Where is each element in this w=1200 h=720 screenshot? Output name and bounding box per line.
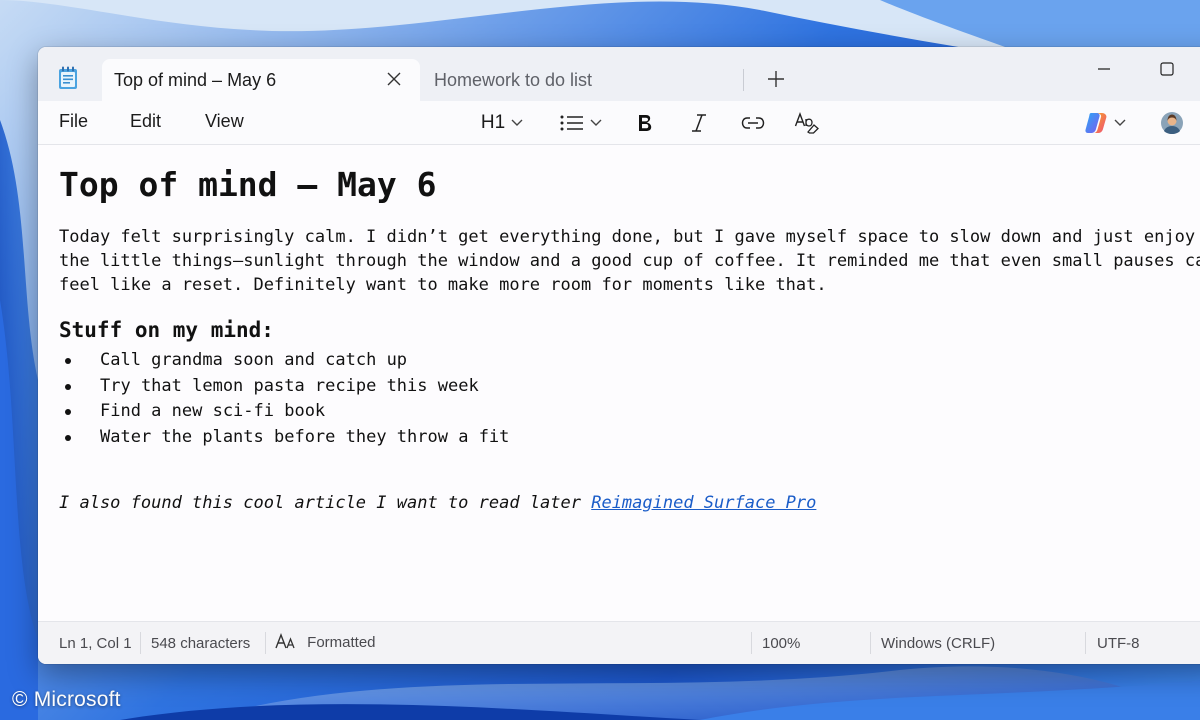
menu-toolbar: File Edit View H1: [38, 101, 1200, 145]
list-item: Find a new sci-fi book: [59, 399, 509, 425]
avatar: [1161, 112, 1183, 134]
heading-dropdown[interactable]: H1: [474, 107, 530, 139]
menu-view[interactable]: View: [205, 111, 244, 132]
account-button[interactable]: [1158, 107, 1186, 139]
bullet-icon: [65, 358, 71, 364]
copilot-icon: [1085, 113, 1107, 133]
bold-button[interactable]: [630, 107, 660, 139]
chevron-down-icon: [590, 119, 602, 126]
list-item-text: Water the plants before they throw a fit: [100, 426, 510, 447]
copyright-watermark: © Microsoft: [12, 688, 121, 711]
tab-homework[interactable]: Homework to do list: [422, 59, 742, 101]
clear-formatting-icon: [794, 112, 819, 134]
copilot-button[interactable]: [1082, 107, 1128, 139]
document-heading: Top of mind – May 6: [59, 165, 437, 204]
tab-top-of-mind[interactable]: Top of mind – May 6: [102, 59, 420, 101]
document-editor[interactable]: Top of mind – May 6 Today felt surprisin…: [38, 145, 1200, 621]
text-size-icon: [275, 633, 295, 649]
menu-edit[interactable]: Edit: [130, 111, 161, 132]
status-divider: [140, 632, 141, 654]
chevron-down-icon: [1114, 119, 1126, 126]
list-item: Try that lemon pasta recipe this week: [59, 374, 509, 400]
list-item-text: Find a new sci-fi book: [100, 401, 326, 421]
clear-formatting-button[interactable]: [792, 107, 822, 139]
article-link[interactable]: Reimagined Surface Pro: [591, 493, 816, 513]
format-label: Formatted: [307, 634, 376, 651]
tab-label: Homework to do list: [434, 69, 593, 90]
formatting-toggle[interactable]: Formatted: [275, 633, 376, 651]
document-paragraph: Today felt surprisingly calm. I didn’t g…: [59, 225, 1200, 297]
bullet-icon: [65, 434, 71, 441]
new-tab-button[interactable]: [758, 63, 794, 95]
bold-icon: [639, 115, 652, 131]
paragraph-line: Today felt surprisingly calm. I didn’t g…: [59, 227, 1196, 247]
list-icon: [560, 115, 583, 131]
status-divider: [1085, 632, 1086, 654]
italic-icon: [692, 114, 706, 132]
cursor-position: Ln 1, Col 1: [59, 635, 132, 652]
list-item-text: Try that lemon pasta recipe this week: [100, 375, 479, 396]
list-dropdown[interactable]: [556, 107, 606, 139]
link-button[interactable]: [738, 107, 768, 139]
maximize-button[interactable]: [1143, 55, 1189, 85]
bullet-list: Call grandma soon and catch up Try that …: [59, 348, 509, 450]
document-subheading: Stuff on my mind:: [59, 318, 274, 342]
zoom-level[interactable]: 100%: [762, 635, 800, 652]
italic-button[interactable]: [684, 107, 714, 139]
status-bar: Ln 1, Col 1 548 characters Formatted 100…: [38, 621, 1200, 664]
link-icon: [741, 117, 765, 129]
notepad-window: Top of mind – May 6 Homework to do list …: [38, 47, 1200, 664]
paragraph-line: feel like a reset. Definitely want to ma…: [59, 275, 827, 295]
closing-text: I also found this cool article I want to…: [59, 493, 592, 513]
paragraph-line: the little things—sunlight through the w…: [59, 251, 1200, 271]
status-divider: [751, 632, 752, 654]
bullet-icon: [65, 409, 71, 415]
line-ending[interactable]: Windows (CRLF): [881, 635, 995, 652]
character-count: 548 characters: [151, 635, 251, 652]
notepad-app-icon: [59, 66, 77, 89]
list-item-text: Call grandma soon and catch up: [100, 350, 408, 370]
minimize-button[interactable]: [1081, 55, 1127, 85]
list-item: Call grandma soon and catch up: [59, 348, 509, 374]
list-item: Water the plants before they throw a fit: [59, 425, 509, 451]
status-divider: [265, 632, 266, 654]
encoding[interactable]: UTF-8: [1097, 635, 1140, 652]
closing-line: I also found this cool article I want to…: [59, 493, 816, 513]
minimize-icon: [1098, 68, 1110, 70]
title-bar: Top of mind – May 6 Homework to do list: [38, 47, 1200, 101]
close-tab-icon[interactable]: [384, 69, 404, 89]
plus-icon: [768, 71, 784, 87]
menu-file[interactable]: File: [59, 111, 88, 132]
status-divider: [870, 632, 871, 654]
tab-divider: [743, 69, 744, 91]
tab-label: Top of mind – May 6: [114, 69, 277, 90]
heading-level-label: H1: [480, 112, 506, 133]
bullet-icon: [65, 383, 71, 390]
chevron-down-icon: [511, 119, 523, 126]
maximize-icon: [1160, 62, 1174, 76]
